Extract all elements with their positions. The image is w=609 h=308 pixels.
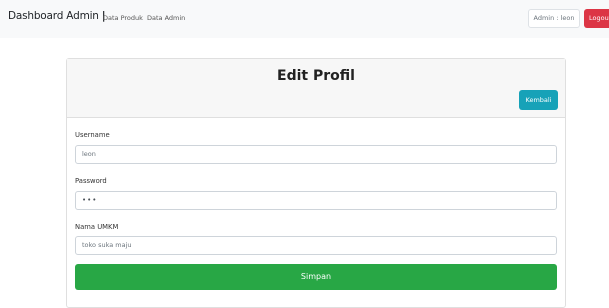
edit-profile-card: Edit Profil Kembali Username leon Passwo…	[66, 58, 566, 308]
logout-button[interactable]: Logout	[584, 9, 609, 28]
username-label: Username	[75, 131, 110, 139]
brand-title: Dashboard Admin	[8, 10, 99, 22]
admin-account-button[interactable]: Admin : leon	[528, 9, 580, 28]
nav-link-data-produk[interactable]: Data Produk	[103, 14, 143, 22]
save-button[interactable]: Simpan	[75, 264, 557, 290]
password-field[interactable]: •••	[75, 191, 557, 210]
navbar-brand[interactable]: Dashboard Admin |	[8, 10, 106, 22]
password-label: Password	[75, 177, 107, 185]
navbar: Dashboard Admin | Data Produk Data Admin …	[0, 0, 609, 38]
page-title: Edit Profil	[277, 68, 355, 84]
card-header: Edit Profil Kembali	[67, 59, 565, 118]
nama-umkm-label: Nama UMKM	[75, 223, 119, 231]
nav-link-data-admin[interactable]: Data Admin	[147, 14, 185, 22]
username-field[interactable]: leon	[75, 145, 557, 164]
back-button[interactable]: Kembali	[519, 90, 558, 110]
nama-umkm-field[interactable]: toko suka maju	[75, 236, 557, 255]
